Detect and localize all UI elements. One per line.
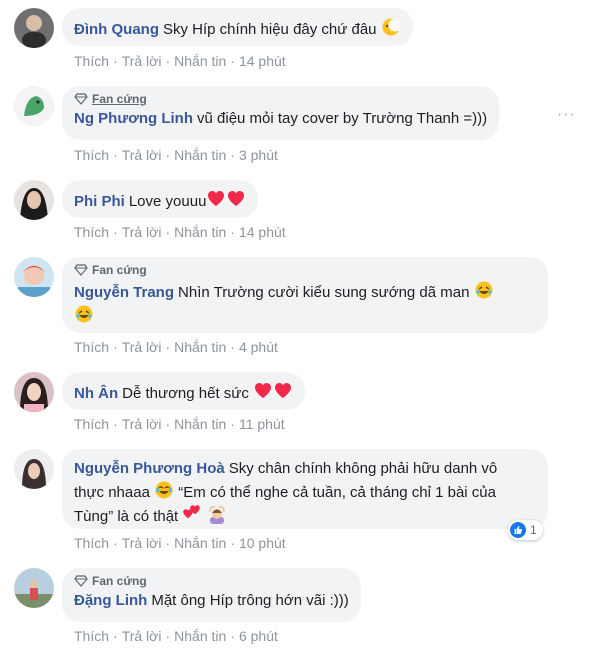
comment-text: Sky Híp chính hiệu đây chứ đâu: [163, 21, 377, 38]
message-link[interactable]: Nhắn tin: [174, 416, 226, 432]
message-link[interactable]: Nhắn tin: [174, 628, 226, 644]
comment-text-line: thực nhaaa: [74, 484, 150, 501]
comment-actions: Thích · Trả lời · Nhắn tin · 10 phút: [74, 535, 286, 551]
heart-emoji-icon: [275, 383, 291, 398]
heart-emoji-icon: [208, 191, 225, 206]
two-hearts-emoji-icon: [183, 505, 201, 519]
avatar[interactable]: [14, 180, 54, 220]
person-gesturing-ok-emoji-icon: [208, 505, 225, 524]
comment-actions: Thích · Trả lời · Nhắn tin · 14 phút: [74, 224, 286, 240]
comment-time[interactable]: 14 phút: [239, 224, 286, 240]
comment-text: Nhìn Trường cười kiểu sung sướng dã man: [178, 284, 470, 301]
comment-author[interactable]: Đình Quang: [74, 21, 159, 38]
avatar[interactable]: [14, 449, 54, 489]
comment-text-line: Sky chân chính không phải hữu danh vô: [228, 460, 498, 477]
comment-text-line: “Em có thể nghe cả tuần, cả tháng chỉ 1 …: [178, 484, 496, 501]
comment-time[interactable]: 3 phút: [239, 147, 278, 163]
diamond-icon: [74, 93, 88, 105]
comment-time[interactable]: 6 phút: [239, 628, 278, 644]
comment-actions: Thích · Trả lời · Nhắn tin · 6 phút: [74, 628, 278, 644]
comment-actions: Thích · Trả lời · Nhắn tin · 3 phút: [74, 147, 278, 163]
like-icon: [510, 522, 526, 538]
like-link[interactable]: Thích: [74, 224, 109, 240]
like-link[interactable]: Thích: [74, 416, 109, 432]
message-link[interactable]: Nhắn tin: [174, 53, 226, 69]
comment-actions: Thích · Trả lời · Nhắn tin · 11 phút: [74, 416, 285, 432]
comment-actions: Thích · Trả lời · Nhắn tin · 14 phút: [74, 53, 286, 69]
like-link[interactable]: Thích: [74, 535, 109, 551]
comment-text: Dễ thương hết sức: [122, 385, 249, 402]
tears-of-joy-emoji-icon: [155, 481, 173, 499]
reaction-count: 1: [530, 523, 537, 537]
comment-author[interactable]: Nguyễn Trang: [74, 284, 174, 301]
comment-author[interactable]: Đặng Linh: [74, 592, 147, 609]
comment-author[interactable]: Nguyễn Phương Hoà: [74, 460, 225, 477]
reply-link[interactable]: Trả lời: [122, 53, 162, 69]
reaction-summary[interactable]: 1: [508, 520, 543, 540]
reply-link[interactable]: Trả lời: [122, 339, 162, 355]
comment-bubble: Phi Phi Love youuu: [62, 180, 259, 218]
comment-actions: Thích · Trả lời · Nhắn tin · 4 phút: [74, 339, 278, 355]
fan-badge: Fan cứng: [74, 573, 349, 589]
comment-time[interactable]: 4 phút: [239, 339, 278, 355]
comment-bubble: Fan cứng Đặng Linh Mặt ông Híp trông hớn …: [62, 568, 361, 622]
reply-link[interactable]: Trả lời: [122, 535, 162, 551]
rofl-emoji-icon: [74, 304, 94, 324]
heart-emoji-icon: [255, 383, 271, 398]
more-options-icon[interactable]: ···: [557, 106, 576, 124]
heart-emoji-icon: [228, 191, 245, 206]
message-link[interactable]: Nhắn tin: [174, 535, 226, 551]
comment-text: Love youuu: [128, 193, 207, 210]
fan-badge-label[interactable]: Fan cứng: [92, 260, 147, 280]
fan-badge-label[interactable]: Fan cứng: [92, 89, 147, 109]
message-link[interactable]: Nhắn tin: [174, 339, 226, 355]
avatar[interactable]: [14, 257, 54, 297]
rofl-emoji-icon: [474, 280, 493, 300]
comment-text: vũ điệu mỏi tay cover by Trường Thanh =)…: [197, 110, 488, 127]
message-link[interactable]: Nhắn tin: [174, 147, 226, 163]
reply-link[interactable]: Trả lời: [122, 416, 162, 432]
diamond-icon: [74, 264, 88, 276]
like-link[interactable]: Thích: [74, 339, 109, 355]
like-link[interactable]: Thích: [74, 53, 109, 69]
avatar[interactable]: [14, 86, 54, 126]
fan-badge: Fan cứng: [74, 91, 487, 107]
comment-author[interactable]: Nh Ân: [74, 385, 118, 402]
comment-bubble: Fan cứng Ng Phương Linh vũ điệu mỏi tay c…: [62, 86, 500, 140]
reply-link[interactable]: Trả lời: [122, 224, 162, 240]
comment-bubble: Nh Ân Dễ thương hết sức: [62, 372, 305, 410]
avatar[interactable]: [14, 568, 54, 608]
like-link[interactable]: Thích: [74, 147, 109, 163]
diamond-icon: [74, 575, 88, 587]
comment-time[interactable]: 14 phút: [239, 53, 286, 69]
comment-bubble: Fan cứng Nguyễn Trang Nhìn Trường cười ki…: [62, 257, 548, 333]
comment-bubble: Nguyễn Phương Hoà Sky chân chính không ph…: [62, 449, 548, 529]
comment-author[interactable]: Ng Phương Linh: [74, 110, 193, 127]
comment-text-line: Tùng” là có thật: [74, 508, 179, 525]
comment-time[interactable]: 11 phút: [239, 416, 285, 432]
comment-bubble: Đình Quang Sky Híp chính hiệu đây chứ đâu: [62, 8, 413, 46]
comment-text: Mặt ông Híp trông hớn vãi :))): [151, 592, 349, 609]
avatar[interactable]: [14, 372, 54, 412]
avatar[interactable]: [14, 8, 54, 48]
fan-badge: Fan cứng: [74, 262, 536, 278]
comment-time[interactable]: 10 phút: [239, 535, 286, 551]
message-link[interactable]: Nhắn tin: [174, 224, 226, 240]
fan-badge-label[interactable]: Fan cứng: [92, 571, 147, 591]
moon-face-emoji-icon: [382, 18, 401, 36]
reply-link[interactable]: Trả lời: [122, 628, 162, 644]
comment-author[interactable]: Phi Phi: [74, 193, 125, 210]
reply-link[interactable]: Trả lời: [122, 147, 162, 163]
like-link[interactable]: Thích: [74, 628, 109, 644]
